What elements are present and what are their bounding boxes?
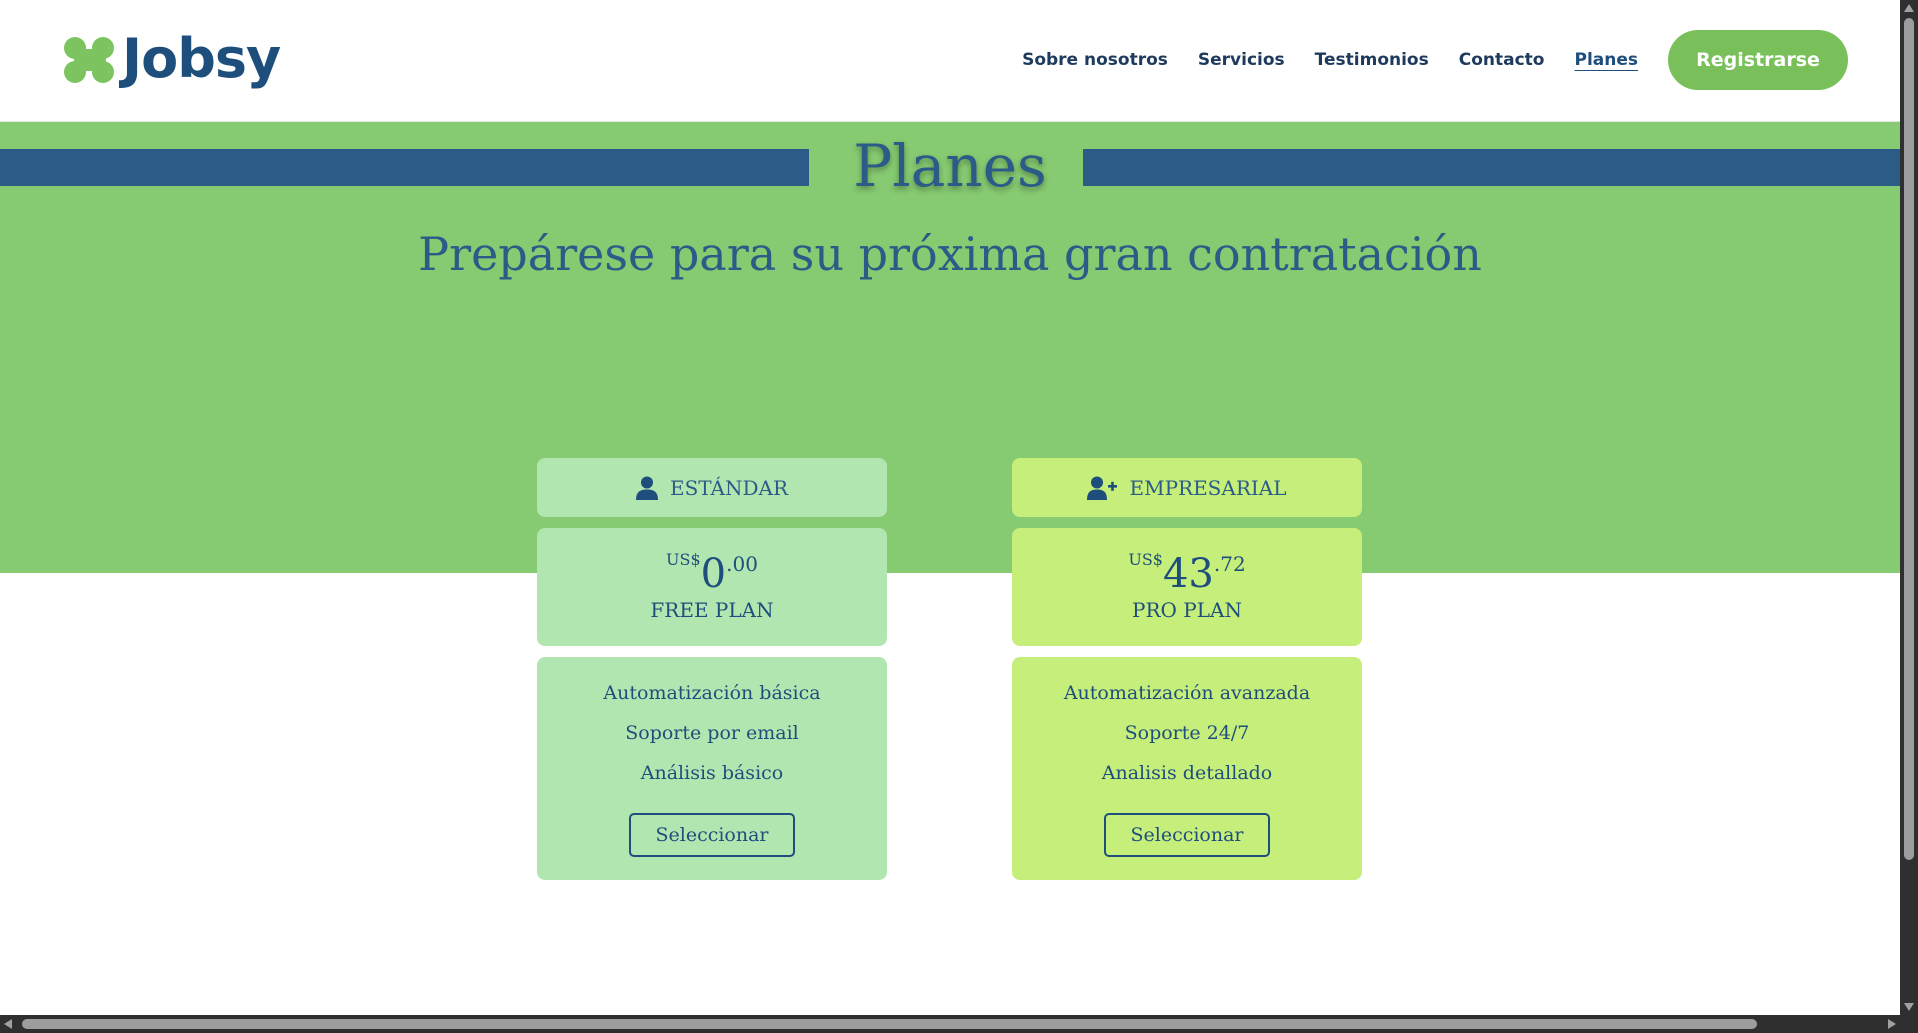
price: US$ 0 .00 — [537, 546, 887, 594]
user-icon — [635, 476, 658, 500]
user-plus-icon — [1087, 476, 1118, 500]
price-integer: 43 — [1162, 551, 1214, 597]
plan-price-box: US$ 0 .00 FREE PLAN — [537, 528, 887, 646]
scroll-left-arrow-icon[interactable] — [4, 1019, 12, 1029]
price: US$ 43 .72 — [1012, 546, 1362, 594]
nav-link-servicios[interactable]: Servicios — [1198, 50, 1285, 70]
plan-card-standard: ESTÁNDAR US$ 0 .00 FREE PLAN Automatizac… — [537, 458, 887, 891]
plan-tier: PRO PLAN — [1132, 598, 1242, 622]
price-currency: US$ — [666, 550, 701, 569]
price-integer: 0 — [700, 551, 727, 597]
plan-header: ESTÁNDAR — [537, 458, 887, 517]
logo-text: Jobsy — [122, 27, 281, 90]
nav-link-testimonios[interactable]: Testimonios — [1315, 50, 1429, 70]
page: Jobsy Sobre nosotros Servicios Testimoni… — [0, 0, 1918, 1033]
feature-item: Automatización avanzada — [1063, 682, 1311, 704]
nav-link-contacto[interactable]: Contacto — [1459, 50, 1545, 70]
nav-link-sobre-nosotros[interactable]: Sobre nosotros — [1022, 50, 1168, 70]
feature-item: Automatización básica — [603, 682, 821, 704]
hero-section: Planes Prepárese para su próxima gran co… — [0, 122, 1900, 573]
plan-header: EMPRESARIAL — [1012, 458, 1362, 517]
plan-features: Automatización básica Soporte por email … — [537, 657, 887, 880]
vertical-scrollbar[interactable] — [1900, 0, 1918, 1015]
register-button[interactable]: Registrarse — [1668, 30, 1848, 90]
scrollbar-corner — [1900, 1015, 1918, 1033]
plan-name: EMPRESARIAL — [1129, 475, 1287, 500]
page-title: Planes — [853, 132, 1047, 200]
plan-features: Automatización avanzada Soporte 24/7 Ana… — [1012, 657, 1362, 880]
horizontal-scroll-thumb[interactable] — [22, 1019, 1757, 1029]
horizontal-scrollbar[interactable] — [0, 1015, 1900, 1033]
vertical-scroll-thumb[interactable] — [1904, 18, 1914, 860]
nav-link-planes[interactable]: Planes — [1574, 50, 1638, 70]
main-nav: Sobre nosotros Servicios Testimonios Con… — [992, 30, 1848, 90]
page-subtitle: Prepárese para su próxima gran contratac… — [418, 227, 1482, 281]
scroll-down-arrow-icon[interactable] — [1904, 1003, 1914, 1011]
plan-tier: FREE PLAN — [650, 598, 774, 622]
select-enterprise-button[interactable]: Seleccionar — [1104, 813, 1270, 857]
price-decimal: .00 — [726, 552, 758, 576]
plan-card-enterprise: EMPRESARIAL US$ 43 .72 PRO PLAN Automati… — [1012, 458, 1362, 891]
feature-item: Soporte 24/7 — [1124, 722, 1250, 744]
plan-price-box: US$ 43 .72 PRO PLAN — [1012, 528, 1362, 646]
logo-mark-icon — [64, 33, 116, 85]
scroll-right-arrow-icon[interactable] — [1888, 1019, 1896, 1029]
select-standard-button[interactable]: Seleccionar — [629, 813, 795, 857]
site-header: Jobsy Sobre nosotros Servicios Testimoni… — [0, 0, 1900, 122]
feature-item: Soporte por email — [625, 722, 799, 744]
feature-item: Analisis detallado — [1101, 762, 1273, 784]
feature-item: Análisis básico — [640, 762, 784, 784]
price-decimal: .72 — [1213, 552, 1246, 576]
plan-name: ESTÁNDAR — [669, 475, 789, 500]
logo[interactable]: Jobsy — [64, 27, 281, 90]
scroll-up-arrow-icon[interactable] — [1904, 4, 1914, 12]
price-currency: US$ — [1128, 550, 1163, 569]
